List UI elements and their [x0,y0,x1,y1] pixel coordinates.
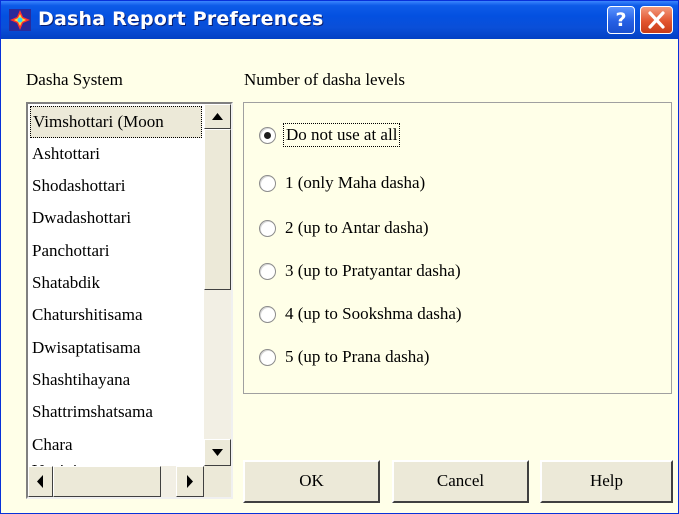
list-item[interactable]: Shattrimshatsama [30,397,202,429]
list-item[interactable]: Shodashottari [30,171,202,203]
radio-label[interactable]: Do not use at all [282,123,401,147]
radio-option-4[interactable]: 4 (up to Sookshma dasha) [259,299,462,329]
list-item[interactable]: Ashtottari [30,139,202,171]
help-button[interactable]: Help [540,460,673,503]
vertical-scrollbar[interactable] [204,104,231,466]
list-item[interactable]: Shashtihayana [30,365,202,397]
horizontal-scroll-thumb[interactable] [53,466,161,497]
close-icon [648,11,665,29]
radio-label[interactable]: 2 (up to Antar dasha) [285,218,429,238]
radio-button[interactable] [259,126,276,144]
dasha-system-list[interactable]: Vimshottari (Moon Ashtottari Shodashotta… [26,102,233,499]
list-item[interactable]: Shatabdik [30,268,202,300]
horizontal-scrollbar[interactable] [28,466,204,497]
triangle-down-icon [212,449,223,456]
radio-option-3[interactable]: 3 (up to Pratyantar dasha) [259,256,461,286]
radio-option-5[interactable]: 5 (up to Prana dasha) [259,342,429,372]
radio-label[interactable]: 5 (up to Prana dasha) [285,347,429,367]
dasha-report-preferences-dialog: Dasha Report Preferences ? Dasha System … [0,0,679,514]
radio-button[interactable] [259,348,276,366]
triangle-left-icon [37,475,43,488]
list-item[interactable]: Dwisaptatisama [30,333,202,365]
radio-option-2[interactable]: 2 (up to Antar dasha) [259,213,429,243]
radio-button[interactable] [259,219,276,237]
question-mark-icon: ? [615,9,627,31]
scroll-right-button[interactable] [176,466,204,497]
triangle-right-icon [187,475,193,488]
vertical-scroll-thumb[interactable] [204,129,231,290]
scroll-left-button[interactable] [28,466,53,497]
radio-label[interactable]: 3 (up to Pratyantar dasha) [285,261,461,281]
dasha-system-label: Dasha System [26,70,123,89]
title-bar[interactable]: Dasha Report Preferences ? [1,1,678,39]
list-item[interactable]: Dwadashottari [30,203,202,235]
list-item[interactable]: Yogini [30,456,202,466]
window-title: Dasha Report Preferences [38,8,324,30]
app-icon [9,9,31,31]
dasha-levels-label: Number of dasha levels [244,70,405,89]
triangle-up-icon [212,113,223,120]
radio-option-1[interactable]: 1 (only Maha dasha) [259,168,425,198]
list-item[interactable]: Panchottari [30,236,202,268]
list-item[interactable]: Chaturshitisama [30,300,202,332]
dasha-system-list-items: Vimshottari (Moon Ashtottari Shodashotta… [28,104,204,466]
radio-button[interactable] [259,262,276,280]
cancel-button[interactable]: Cancel [392,460,529,503]
close-button[interactable] [640,6,673,34]
list-item[interactable]: Vimshottari (Moon [30,106,202,138]
radio-option-0[interactable]: Do not use at all [259,120,401,150]
radio-button[interactable] [259,305,276,323]
radio-label[interactable]: 1 (only Maha dasha) [285,173,425,193]
scrollbar-corner [204,466,231,497]
scroll-up-button[interactable] [204,104,231,129]
radio-label[interactable]: 4 (up to Sookshma dasha) [285,304,462,324]
radio-button[interactable] [259,174,276,192]
ok-button[interactable]: OK [243,460,380,503]
title-help-button[interactable]: ? [607,6,635,34]
scroll-down-button[interactable] [204,439,231,466]
